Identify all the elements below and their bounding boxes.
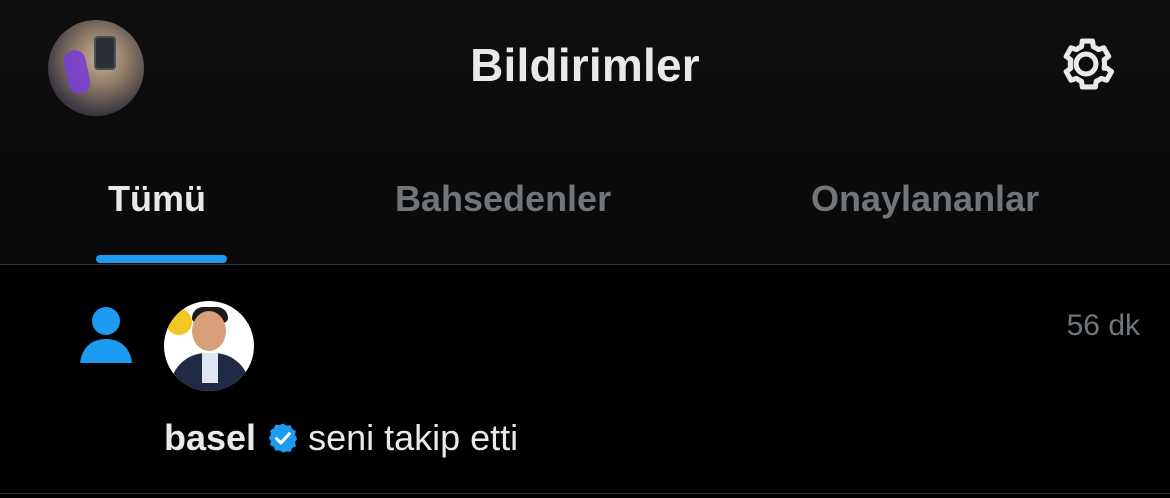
- notification-text: basel seni takip etti: [164, 417, 518, 459]
- notification-item[interactable]: 56 dk basel seni takip etti: [0, 265, 1170, 498]
- username[interactable]: basel: [164, 417, 256, 459]
- notification-tabs: Tümü Bahsedenler Onaylananlar: [0, 160, 1170, 264]
- avatar-emoji-shape: [166, 309, 192, 335]
- top-bar: Bildirimler Tümü Bahsedenler Onaylananla…: [0, 0, 1170, 265]
- avatar-shirt-shape: [202, 353, 218, 383]
- notification-time: 56 dk: [1066, 309, 1140, 342]
- gear-icon[interactable]: [1052, 30, 1120, 98]
- page-title: Bildirimler: [470, 39, 700, 91]
- tab-verified[interactable]: Onaylananlar: [811, 178, 1039, 220]
- notification-action: seni takip etti: [308, 417, 519, 458]
- tab-all[interactable]: Tümü: [108, 178, 206, 220]
- avatar-face-shape: [192, 311, 226, 351]
- tab-mentions[interactable]: Bahsedenler: [395, 178, 611, 220]
- user-avatar[interactable]: [164, 301, 254, 391]
- row-divider: [0, 493, 1170, 494]
- verified-badge-icon: [268, 423, 298, 453]
- active-tab-indicator: [96, 255, 227, 263]
- person-icon: [80, 307, 132, 363]
